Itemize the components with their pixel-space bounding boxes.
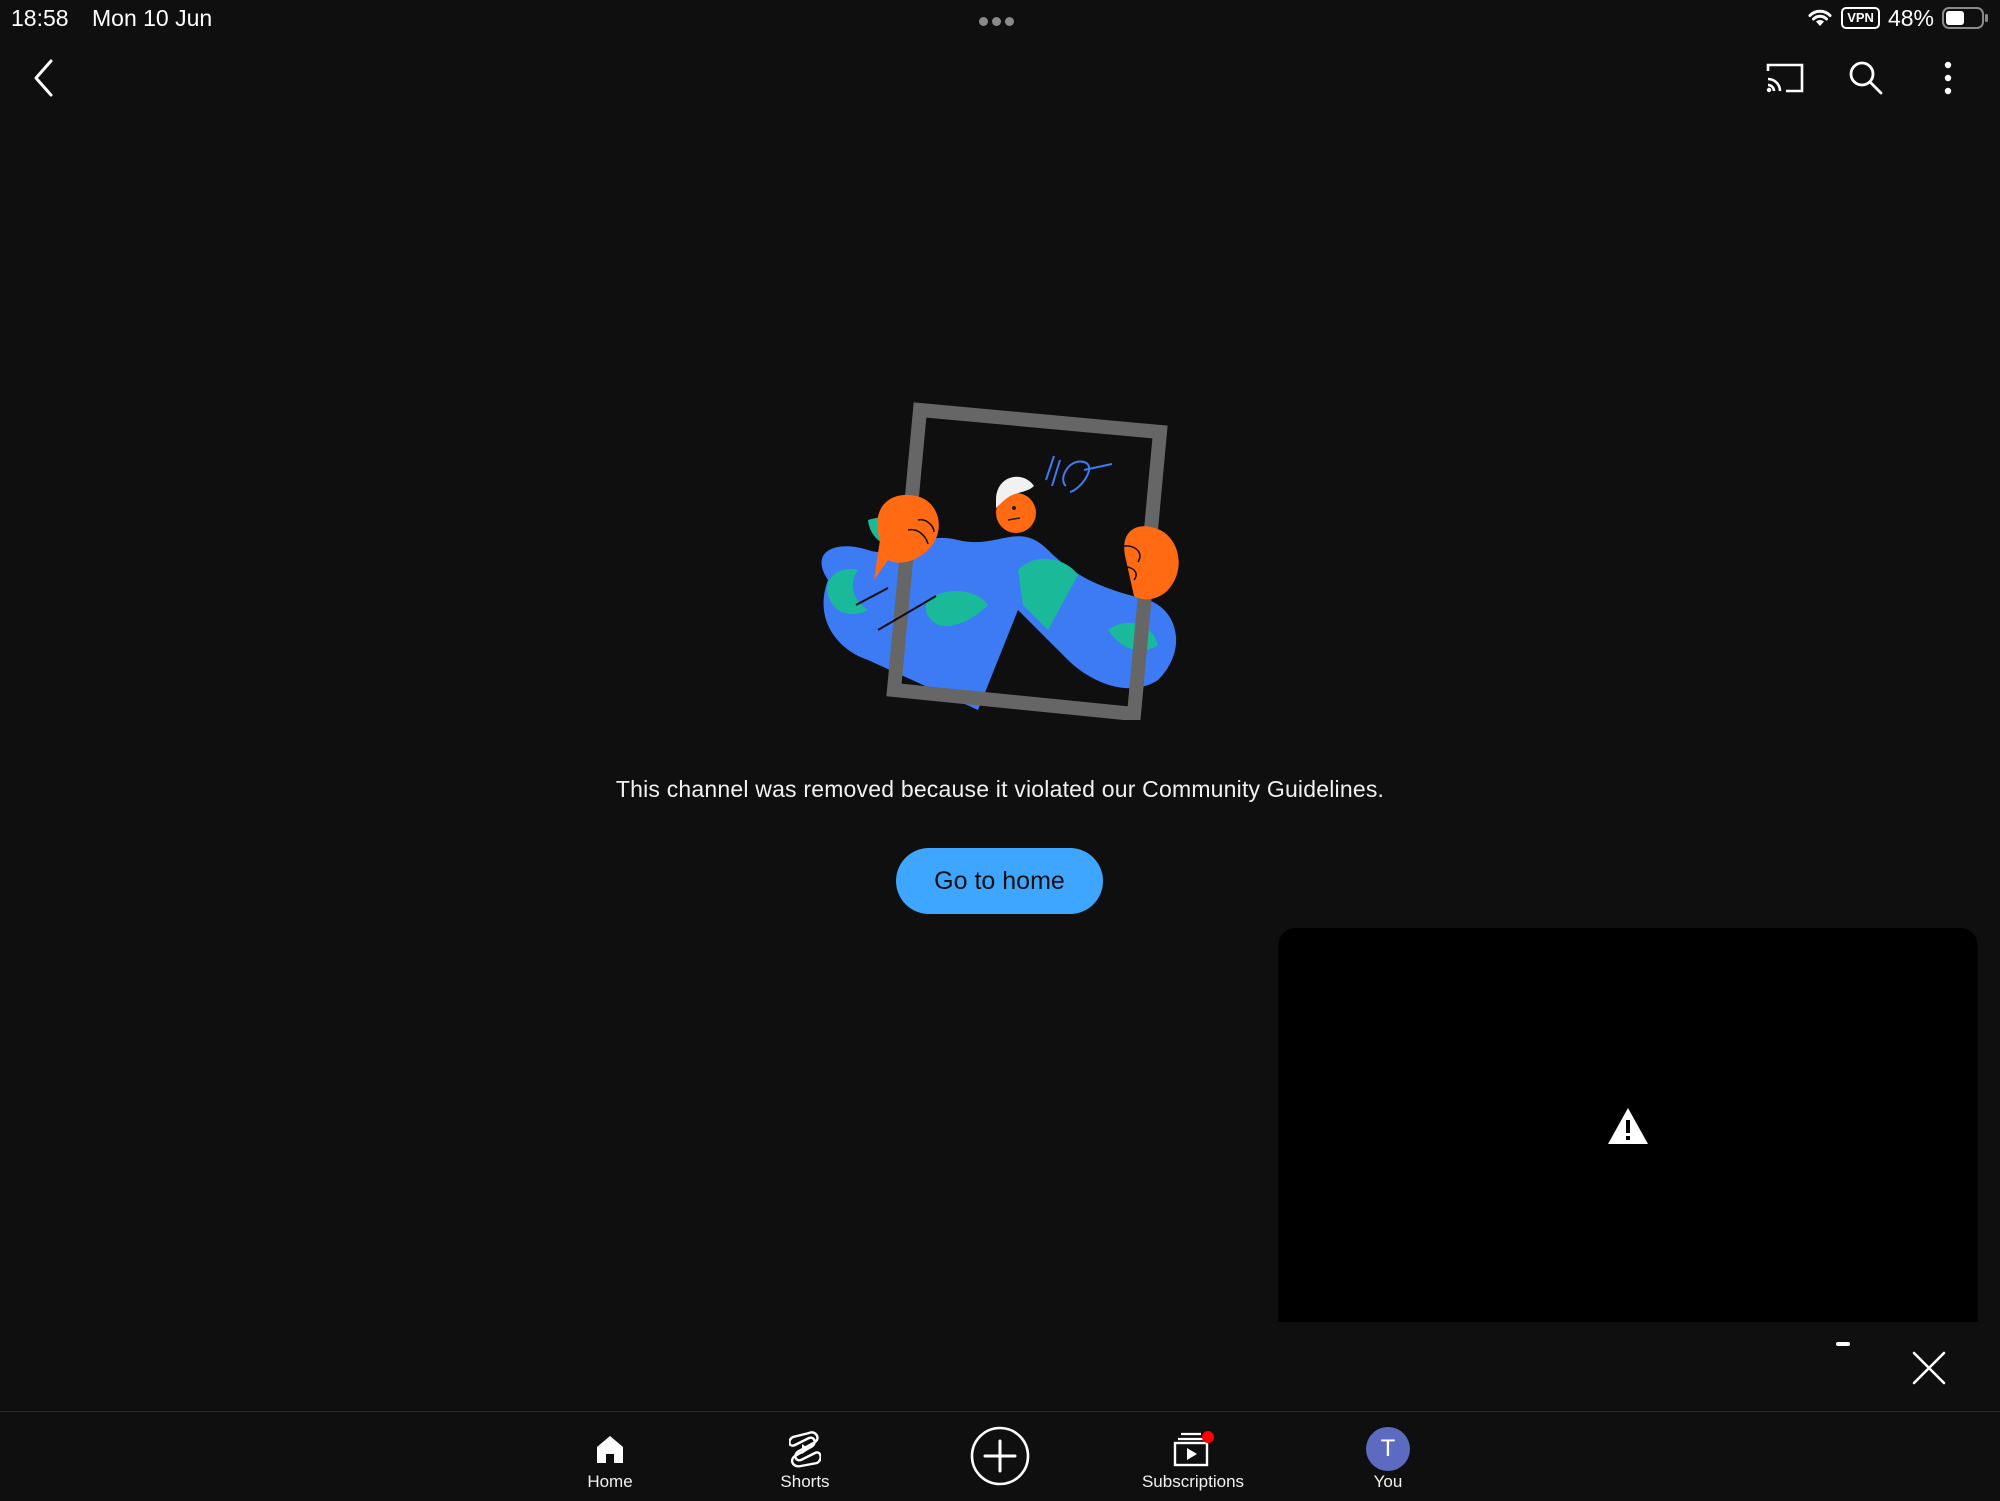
bottom-navigation: Home Shorts Subscriptions T You — [0, 1411, 2000, 1501]
multitasking-dots-icon[interactable] — [979, 13, 1021, 26]
miniplayer-indicator — [1836, 1342, 1850, 1346]
vpn-badge: VPN — [1841, 7, 1880, 29]
top-app-bar — [0, 40, 2000, 116]
removed-channel-illustration — [821, 402, 1179, 720]
cast-button[interactable] — [1760, 54, 1810, 102]
search-button[interactable] — [1842, 54, 1890, 102]
miniplayer-controls — [1278, 1322, 1978, 1410]
nav-item-create[interactable] — [930, 1412, 1070, 1501]
nav-item-subscriptions[interactable]: Subscriptions — [1123, 1412, 1263, 1501]
miniplayer-video[interactable] — [1278, 928, 1978, 1322]
close-icon — [1912, 1351, 1946, 1385]
shorts-icon — [789, 1431, 821, 1468]
status-time: 18:58 — [11, 5, 69, 31]
nav-item-you[interactable]: T You — [1318, 1412, 1458, 1501]
nav-label-home: Home — [587, 1472, 633, 1491]
status-indicators: VPN 48% — [1807, 4, 1990, 32]
battery-icon — [1942, 7, 1988, 29]
nav-label-subscriptions: Subscriptions — [1141, 1472, 1245, 1491]
warning-icon — [1608, 1108, 1648, 1144]
miniplayer-close-button[interactable] — [1911, 1350, 1947, 1391]
go-to-home-button[interactable]: Go to home — [896, 848, 1103, 914]
nav-label-shorts: Shorts — [780, 1472, 830, 1491]
create-icon — [970, 1426, 1030, 1486]
removed-channel-message: This channel was removed because it viol… — [615, 776, 1385, 802]
wifi-icon — [1808, 9, 1832, 26]
more-options-button[interactable] — [1926, 54, 1970, 102]
battery-percentage: 48% — [1887, 4, 1934, 31]
avatar: T — [1366, 1427, 1410, 1471]
more-vert-icon — [1944, 61, 1952, 95]
status-date: Mon 10 Jun — [92, 5, 213, 31]
cast-icon — [1766, 63, 1804, 93]
search-icon — [1849, 61, 1883, 95]
nav-item-shorts[interactable]: Shorts — [735, 1412, 875, 1501]
nav-item-home[interactable]: Home — [540, 1412, 680, 1501]
subscriptions-icon — [1173, 1431, 1214, 1467]
nav-label-you: You — [1373, 1472, 1403, 1491]
home-icon — [597, 1436, 623, 1463]
back-icon — [34, 59, 53, 97]
back-button[interactable] — [22, 50, 66, 106]
status-bar: 18:58 Mon 10 Jun VPN 48% — [0, 0, 2000, 36]
